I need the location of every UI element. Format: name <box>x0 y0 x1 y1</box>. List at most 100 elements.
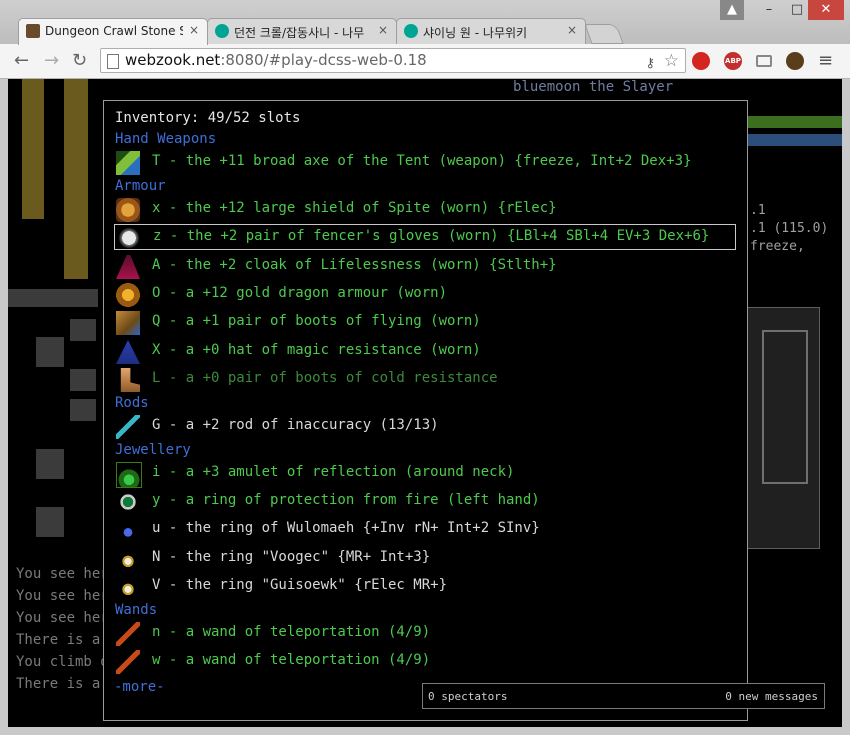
tab-dungeon-crawl[interactable]: Dungeon Crawl Stone So × <box>18 18 208 45</box>
bookmark-star-icon[interactable]: ☆ <box>664 50 679 73</box>
tab-namuwiki-dungeon-crawl[interactable]: 던전 크롤/잡동사니 - 나무 × <box>207 18 397 44</box>
stone-stairs <box>36 337 64 367</box>
ring-icon <box>116 547 140 571</box>
item-label: w - a wand of teleportation (4/9) <box>152 652 431 668</box>
address-bar[interactable]: webzook.net:8080/#play-dcss-web-0.18 ⚷ ☆ <box>100 48 686 73</box>
reload-icon[interactable]: ↻ <box>72 50 87 71</box>
adblock-plus-extension-icon[interactable]: ABP <box>724 52 742 70</box>
tab-title: 던전 크롤/잡동사니 - 나무 <box>234 26 365 40</box>
item-label: A - the +2 cloak of Lifelessness (worn) … <box>152 257 557 273</box>
new-messages-count[interactable]: 0 new messages <box>725 690 818 703</box>
tab-title: 샤이닝 원 - 나무위키 <box>423 26 528 40</box>
dungeon-item <box>70 399 96 421</box>
inventory-item[interactable]: A - the +2 cloak of Lifelessness (worn) … <box>114 254 736 280</box>
inventory-item[interactable]: O - a +12 gold dragon armour (worn) <box>114 282 736 308</box>
inventory-item[interactable]: y - a ring of protection from fire (left… <box>114 489 736 515</box>
forward-arrow-icon[interactable]: → <box>44 50 59 71</box>
player-title: bluemoon the Slayer <box>513 79 674 95</box>
dcss-game-icon <box>26 24 40 38</box>
inventory-item[interactable]: L - a +0 pair of boots of cold resistanc… <box>114 367 736 393</box>
item-label: y - a ring of protection from fire (left… <box>152 492 540 508</box>
wand-icon <box>116 622 140 646</box>
inventory-item[interactable]: u - the ring of Wulomaeh {+Inv rN+ Int+2… <box>114 517 736 543</box>
boots-icon <box>120 368 140 392</box>
spectator-count: 0 spectators <box>428 690 508 703</box>
rod-icon <box>116 415 140 439</box>
message-line: There is a <box>16 676 101 692</box>
url-host: webzook.net <box>125 51 221 69</box>
item-label: G - a +2 rod of inaccuracy (13/13) <box>152 417 439 433</box>
namuwiki-icon <box>404 24 418 38</box>
browser-titlebar: Dungeon Crawl Stone So × 던전 크롤/잡동사니 - 나무… <box>0 0 850 45</box>
inventory-item[interactable]: Q - a +1 pair of boots of flying (worn) <box>114 310 736 336</box>
ring-icon <box>116 490 140 514</box>
inventory-item[interactable]: w - a wand of teleportation (4/9) <box>114 649 736 675</box>
extension-icon[interactable] <box>786 52 804 70</box>
inventory-title: Inventory: 49/52 slots <box>115 110 301 126</box>
dungeon-wall <box>22 79 44 219</box>
game-viewport[interactable]: bluemoon the Slayer .1 .1 (115.0) freeze… <box>8 79 842 727</box>
stone-stairs <box>36 449 64 479</box>
dungeon-item <box>70 369 96 391</box>
category-wands: Wands <box>115 602 158 618</box>
inventory-item[interactable]: x - the +12 large shield of Spite (worn)… <box>114 197 736 223</box>
hat-icon <box>116 340 140 364</box>
item-label: V - the ring "Guisoewk" {rElec MR+} <box>152 577 448 593</box>
gloves-icon <box>117 226 141 250</box>
inventory-item[interactable]: i - a +3 amulet of reflection (around ne… <box>114 461 736 488</box>
minimap[interactable] <box>743 307 820 549</box>
tab-title: Dungeon Crawl Stone So <box>45 24 183 38</box>
item-label: z - the +2 pair of fencer's gloves (worn… <box>153 228 710 244</box>
item-label: X - a +0 hat of magic resistance (worn) <box>152 342 481 358</box>
cast-extension-icon[interactable] <box>756 55 772 67</box>
inventory-item-selected[interactable]: z - the +2 pair of fencer's gloves (worn… <box>114 224 736 250</box>
stat-text: .1 (115.0) <box>750 221 829 236</box>
ring-icon <box>116 575 140 599</box>
category-hand-weapons: Hand Weapons <box>115 131 217 147</box>
dragon-armour-icon <box>116 283 140 307</box>
close-tab-icon[interactable]: × <box>378 23 388 37</box>
item-label: x - the +12 large shield of Spite (worn)… <box>152 200 557 216</box>
item-label: Q - a +1 pair of boots of flying (worn) <box>152 313 481 329</box>
inventory-item[interactable]: n - a wand of teleportation (4/9) <box>114 621 736 647</box>
message-line: There is a <box>16 632 101 648</box>
inventory-item[interactable]: X - a +0 hat of magic resistance (worn) <box>114 339 736 365</box>
inventory-item[interactable]: G - a +2 rod of inaccuracy (13/13) <box>114 414 736 440</box>
spectator-status-bar: 0 spectators 0 new messages <box>422 683 825 709</box>
new-tab-button[interactable] <box>584 24 624 44</box>
item-label: N - the ring "Voogec" {MR+ Int+3} <box>152 549 431 565</box>
item-label: i - a +3 amulet of reflection (around ne… <box>152 464 515 480</box>
close-tab-icon[interactable]: × <box>567 23 577 37</box>
stone-stairs <box>36 507 64 537</box>
close-tab-icon[interactable]: × <box>189 23 199 37</box>
dungeon-item <box>70 319 96 341</box>
trend-micro-extension-icon[interactable] <box>692 52 710 70</box>
browser-toolbar: ← → ↻ webzook.net:8080/#play-dcss-web-0.… <box>0 44 850 79</box>
message-line: You see her <box>16 610 109 626</box>
cloak-icon <box>116 255 140 279</box>
dungeon-wall <box>64 79 88 279</box>
item-label: O - a +12 gold dragon armour (worn) <box>152 285 448 301</box>
item-label: u - the ring of Wulomaeh {+Inv rN+ Int+2… <box>152 520 540 536</box>
wand-icon <box>116 650 140 674</box>
chrome-menu-icon[interactable]: ≡ <box>818 50 833 71</box>
inventory-item[interactable]: V - the ring "Guisoewk" {rElec MR+} <box>114 574 736 600</box>
back-arrow-icon[interactable]: ← <box>14 50 29 71</box>
user-profile-icon[interactable]: ▲ <box>720 0 744 20</box>
tab-namuwiki-shining-one[interactable]: 샤이닝 원 - 나무위키 × <box>396 18 586 44</box>
inventory-menu: Inventory: 49/52 slots Hand Weapons T - … <box>103 100 825 721</box>
category-armour: Armour <box>115 178 166 194</box>
url-path: :8080/#play-dcss-web-0.18 <box>220 51 427 69</box>
message-line: You see her <box>16 588 109 604</box>
close-window-button[interactable]: ✕ <box>808 0 844 20</box>
shield-icon <box>116 198 140 222</box>
stat-text: .1 <box>750 203 766 218</box>
axe-icon <box>116 151 140 175</box>
inventory-item[interactable]: N - the ring "Voogec" {MR+ Int+3} <box>114 546 736 572</box>
key-icon[interactable]: ⚷ <box>645 52 655 75</box>
category-jewellery: Jewellery <box>115 442 191 458</box>
namuwiki-icon <box>215 24 229 38</box>
more-link[interactable]: -more- <box>114 679 165 695</box>
inventory-item[interactable]: T - the +11 broad axe of the Tent (weapo… <box>114 150 736 176</box>
minimap-explored-area <box>762 330 808 484</box>
